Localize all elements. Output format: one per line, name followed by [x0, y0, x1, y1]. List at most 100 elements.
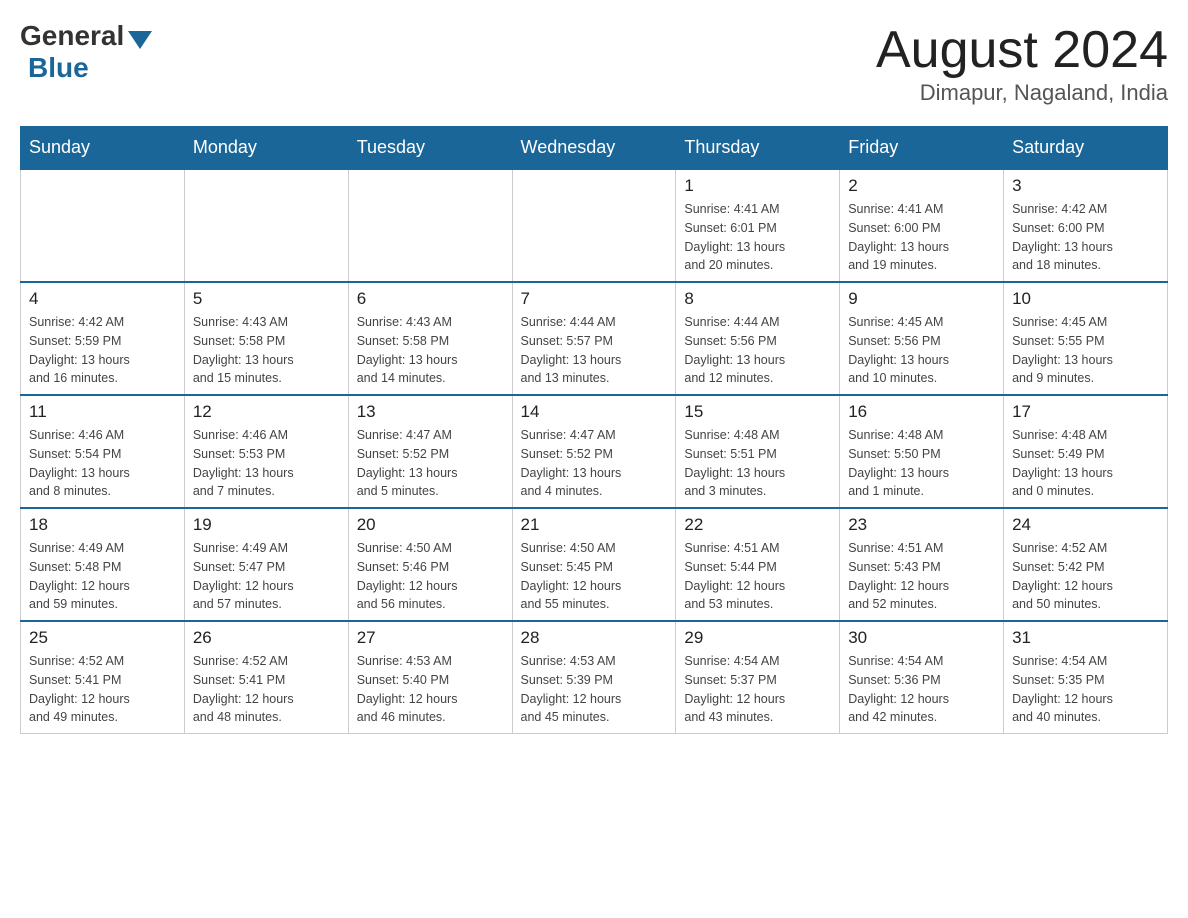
day-info: Sunrise: 4:53 AM Sunset: 5:40 PM Dayligh…: [357, 652, 504, 727]
day-info: Sunrise: 4:48 AM Sunset: 5:51 PM Dayligh…: [684, 426, 831, 501]
day-number: 31: [1012, 628, 1159, 648]
day-info: Sunrise: 4:54 AM Sunset: 5:37 PM Dayligh…: [684, 652, 831, 727]
day-cell: 10Sunrise: 4:45 AM Sunset: 5:55 PM Dayli…: [1004, 282, 1168, 395]
day-number: 18: [29, 515, 176, 535]
day-number: 16: [848, 402, 995, 422]
day-number: 25: [29, 628, 176, 648]
day-number: 26: [193, 628, 340, 648]
day-cell: 3 Sunrise: 4:42 AM Sunset: 6:00 PM Daylig…: [1004, 169, 1168, 282]
day-number: 9: [848, 289, 995, 309]
day-cell: [184, 169, 348, 282]
logo-general-text: General: [20, 20, 124, 52]
week-row-2: 4 Sunrise: 4:42 AM Sunset: 5:59 PM Daylig…: [21, 282, 1168, 395]
weekday-header-row: SundayMondayTuesdayWednesdayThursdayFrid…: [21, 127, 1168, 170]
day-cell: 19 Sunrise: 4:49 AM Sunset: 5:47 PM Dayli…: [184, 508, 348, 621]
day-number: 29: [684, 628, 831, 648]
weekday-header-thursday: Thursday: [676, 127, 840, 170]
day-number: 14: [521, 402, 668, 422]
page-header: General Blue August 2024 Dimapur, Nagala…: [20, 20, 1168, 106]
day-info: Sunrise: 4:45 AM Sunset: 5:55 PM Dayligh…: [1012, 313, 1159, 388]
day-number: 12: [193, 402, 340, 422]
weekday-header-tuesday: Tuesday: [348, 127, 512, 170]
weekday-header-monday: Monday: [184, 127, 348, 170]
day-number: 23: [848, 515, 995, 535]
day-number: 24: [1012, 515, 1159, 535]
day-info: Sunrise: 4:48 AM Sunset: 5:50 PM Dayligh…: [848, 426, 995, 501]
day-number: 3: [1012, 176, 1159, 196]
day-number: 20: [357, 515, 504, 535]
day-cell: 4 Sunrise: 4:42 AM Sunset: 5:59 PM Daylig…: [21, 282, 185, 395]
day-info: Sunrise: 4:42 AM Sunset: 5:59 PM Dayligh…: [29, 313, 176, 388]
month-title: August 2024: [876, 20, 1168, 80]
day-info: Sunrise: 4:49 AM Sunset: 5:48 PM Dayligh…: [29, 539, 176, 614]
day-number: 28: [521, 628, 668, 648]
day-info: Sunrise: 4:52 AM Sunset: 5:41 PM Dayligh…: [29, 652, 176, 727]
day-cell: 29 Sunrise: 4:54 AM Sunset: 5:37 PM Dayli…: [676, 621, 840, 734]
day-cell: 9Sunrise: 4:45 AM Sunset: 5:56 PM Daylig…: [840, 282, 1004, 395]
day-cell: 14 Sunrise: 4:47 AM Sunset: 5:52 PM Dayli…: [512, 395, 676, 508]
day-number: 19: [193, 515, 340, 535]
day-cell: 11 Sunrise: 4:46 AM Sunset: 5:54 PM Dayli…: [21, 395, 185, 508]
day-number: 5: [193, 289, 340, 309]
day-cell: 22Sunrise: 4:51 AM Sunset: 5:44 PM Dayli…: [676, 508, 840, 621]
day-info: Sunrise: 4:43 AM Sunset: 5:58 PM Dayligh…: [357, 313, 504, 388]
day-cell: 18 Sunrise: 4:49 AM Sunset: 5:48 PM Dayli…: [21, 508, 185, 621]
day-info: Sunrise: 4:50 AM Sunset: 5:45 PM Dayligh…: [521, 539, 668, 614]
day-cell: 7Sunrise: 4:44 AM Sunset: 5:57 PM Daylig…: [512, 282, 676, 395]
day-info: Sunrise: 4:41 AM Sunset: 6:01 PM Dayligh…: [684, 200, 831, 275]
day-info: Sunrise: 4:47 AM Sunset: 5:52 PM Dayligh…: [521, 426, 668, 501]
location-label: Dimapur, Nagaland, India: [876, 80, 1168, 106]
day-cell: 16 Sunrise: 4:48 AM Sunset: 5:50 PM Dayli…: [840, 395, 1004, 508]
week-row-3: 11 Sunrise: 4:46 AM Sunset: 5:54 PM Dayli…: [21, 395, 1168, 508]
week-row-4: 18 Sunrise: 4:49 AM Sunset: 5:48 PM Dayli…: [21, 508, 1168, 621]
day-info: Sunrise: 4:46 AM Sunset: 5:54 PM Dayligh…: [29, 426, 176, 501]
day-number: 11: [29, 402, 176, 422]
day-info: Sunrise: 4:46 AM Sunset: 5:53 PM Dayligh…: [193, 426, 340, 501]
day-info: Sunrise: 4:42 AM Sunset: 6:00 PM Dayligh…: [1012, 200, 1159, 275]
day-info: Sunrise: 4:47 AM Sunset: 5:52 PM Dayligh…: [357, 426, 504, 501]
day-info: Sunrise: 4:53 AM Sunset: 5:39 PM Dayligh…: [521, 652, 668, 727]
day-number: 6: [357, 289, 504, 309]
day-cell: 28 Sunrise: 4:53 AM Sunset: 5:39 PM Dayli…: [512, 621, 676, 734]
day-cell: 17 Sunrise: 4:48 AM Sunset: 5:49 PM Dayli…: [1004, 395, 1168, 508]
day-cell: 23 Sunrise: 4:51 AM Sunset: 5:43 PM Dayli…: [840, 508, 1004, 621]
day-cell: [21, 169, 185, 282]
weekday-header-friday: Friday: [840, 127, 1004, 170]
day-info: Sunrise: 4:52 AM Sunset: 5:42 PM Dayligh…: [1012, 539, 1159, 614]
day-cell: 24 Sunrise: 4:52 AM Sunset: 5:42 PM Dayli…: [1004, 508, 1168, 621]
day-info: Sunrise: 4:49 AM Sunset: 5:47 PM Dayligh…: [193, 539, 340, 614]
day-cell: [348, 169, 512, 282]
weekday-header-sunday: Sunday: [21, 127, 185, 170]
day-number: 21: [521, 515, 668, 535]
day-info: Sunrise: 4:41 AM Sunset: 6:00 PM Dayligh…: [848, 200, 995, 275]
day-info: Sunrise: 4:43 AM Sunset: 5:58 PM Dayligh…: [193, 313, 340, 388]
day-info: Sunrise: 4:50 AM Sunset: 5:46 PM Dayligh…: [357, 539, 504, 614]
day-number: 4: [29, 289, 176, 309]
day-cell: 25 Sunrise: 4:52 AM Sunset: 5:41 PM Dayli…: [21, 621, 185, 734]
logo-arrow-icon: [128, 31, 152, 49]
week-row-1: 1Sunrise: 4:41 AM Sunset: 6:01 PM Daylig…: [21, 169, 1168, 282]
day-cell: 30 Sunrise: 4:54 AM Sunset: 5:36 PM Dayli…: [840, 621, 1004, 734]
day-cell: 5 Sunrise: 4:43 AM Sunset: 5:58 PM Daylig…: [184, 282, 348, 395]
day-info: Sunrise: 4:44 AM Sunset: 5:56 PM Dayligh…: [684, 313, 831, 388]
day-info: Sunrise: 4:54 AM Sunset: 5:35 PM Dayligh…: [1012, 652, 1159, 727]
day-number: 27: [357, 628, 504, 648]
day-cell: 8Sunrise: 4:44 AM Sunset: 5:56 PM Daylig…: [676, 282, 840, 395]
day-number: 30: [848, 628, 995, 648]
day-info: Sunrise: 4:51 AM Sunset: 5:43 PM Dayligh…: [848, 539, 995, 614]
day-cell: 20 Sunrise: 4:50 AM Sunset: 5:46 PM Dayli…: [348, 508, 512, 621]
day-number: 17: [1012, 402, 1159, 422]
title-section: August 2024 Dimapur, Nagaland, India: [876, 20, 1168, 106]
day-cell: 6 Sunrise: 4:43 AM Sunset: 5:58 PM Daylig…: [348, 282, 512, 395]
day-info: Sunrise: 4:51 AM Sunset: 5:44 PM Dayligh…: [684, 539, 831, 614]
day-cell: [512, 169, 676, 282]
day-info: Sunrise: 4:54 AM Sunset: 5:36 PM Dayligh…: [848, 652, 995, 727]
week-row-5: 25 Sunrise: 4:52 AM Sunset: 5:41 PM Dayli…: [21, 621, 1168, 734]
day-info: Sunrise: 4:44 AM Sunset: 5:57 PM Dayligh…: [521, 313, 668, 388]
day-cell: 21 Sunrise: 4:50 AM Sunset: 5:45 PM Dayli…: [512, 508, 676, 621]
day-cell: 27 Sunrise: 4:53 AM Sunset: 5:40 PM Dayli…: [348, 621, 512, 734]
day-number: 15: [684, 402, 831, 422]
day-info: Sunrise: 4:48 AM Sunset: 5:49 PM Dayligh…: [1012, 426, 1159, 501]
day-number: 2: [848, 176, 995, 196]
weekday-header-saturday: Saturday: [1004, 127, 1168, 170]
